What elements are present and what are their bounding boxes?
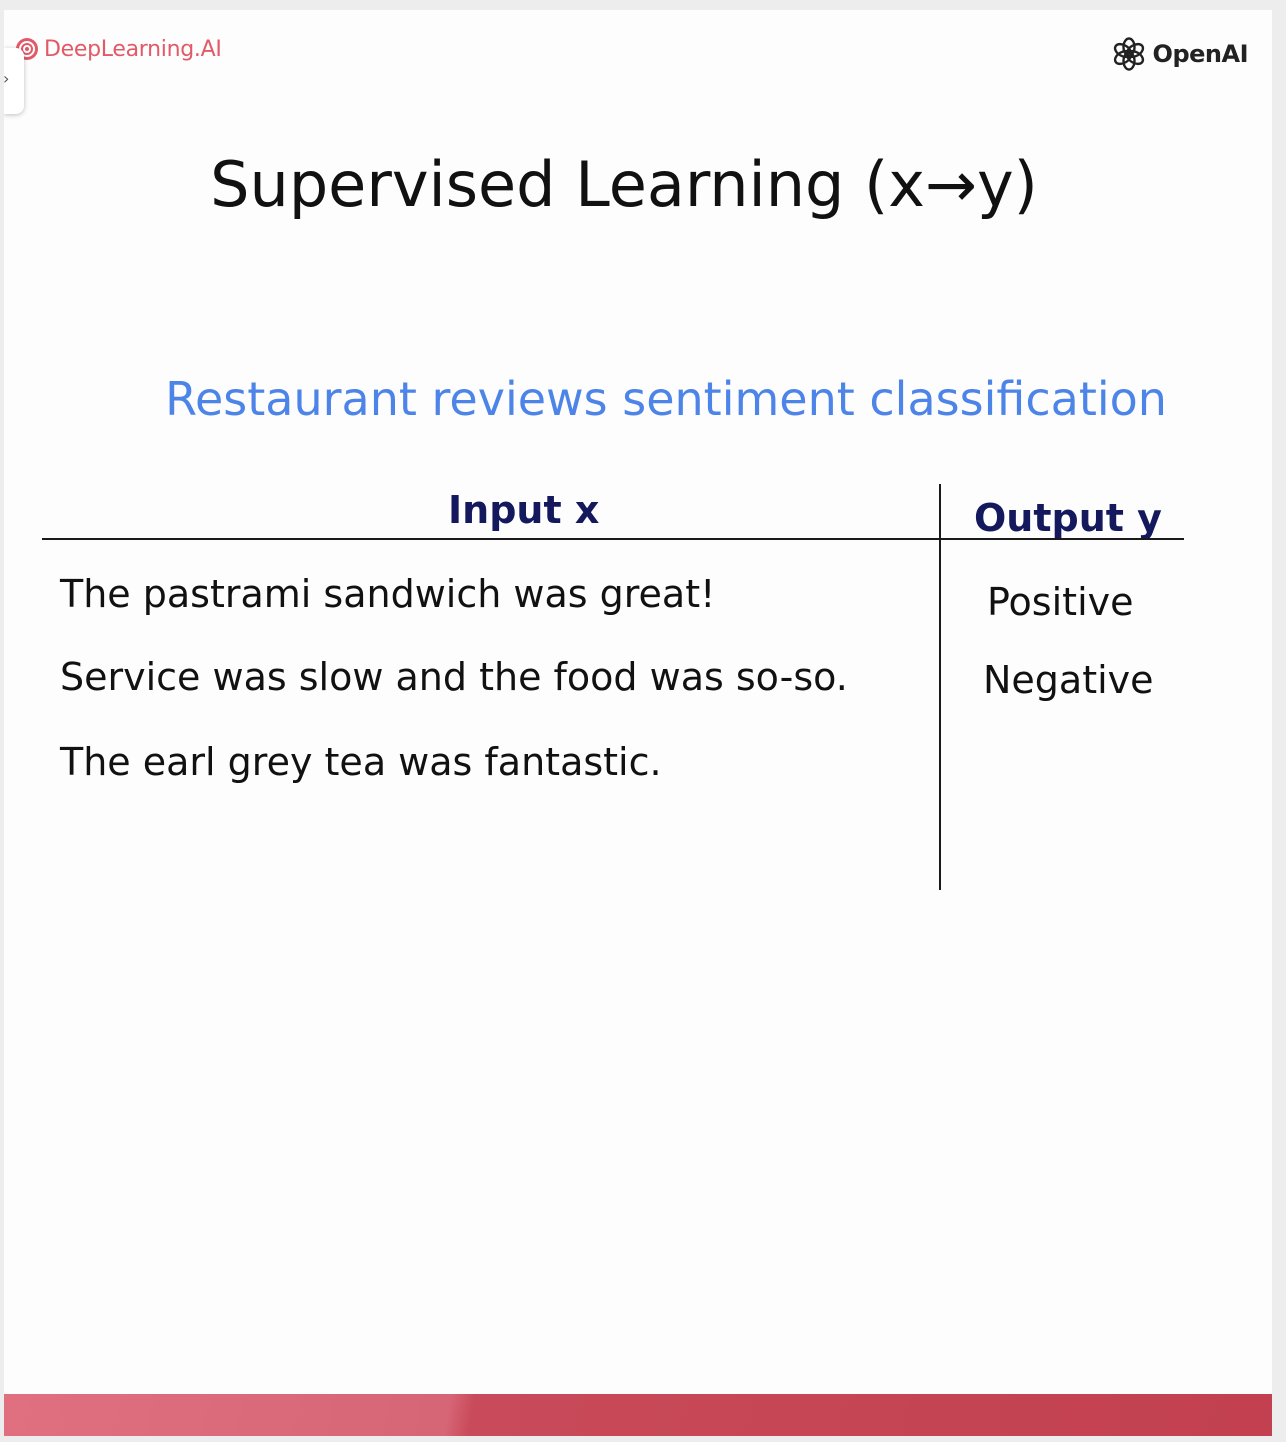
deeplearning-brand: DeepLearning.AI [14,34,222,64]
review-text-1: The pastrami sandwich was great! [60,572,716,616]
openai-brand: OpenAI [1111,34,1249,74]
table-column-divider [939,484,941,890]
deeplearning-brand-text: DeepLearning.AI [44,36,222,62]
sentiment-label-1: Positive [987,580,1134,624]
slide: › DeepLearning.AI OpenAI Supervised Lear… [4,10,1272,1436]
chevron-right-icon: › [4,71,9,87]
output-column-header: Output y [974,496,1162,540]
footer-band [4,1394,1272,1436]
side-panel-toggle[interactable]: › [4,48,24,114]
input-column-header: Input x [448,488,600,532]
table-header-divider [42,538,1184,540]
review-text-2: Service was slow and the food was so-so. [60,655,848,699]
openai-brand-text: OpenAI [1152,40,1249,68]
slide-subtitle: Restaurant reviews sentiment classificat… [165,372,1167,426]
slide-title: Supervised Learning (x→y) [210,148,1038,221]
sentiment-label-2: Negative [983,658,1154,702]
review-text-3: The earl grey tea was fantastic. [60,740,662,784]
openai-logo-icon [1113,37,1144,71]
